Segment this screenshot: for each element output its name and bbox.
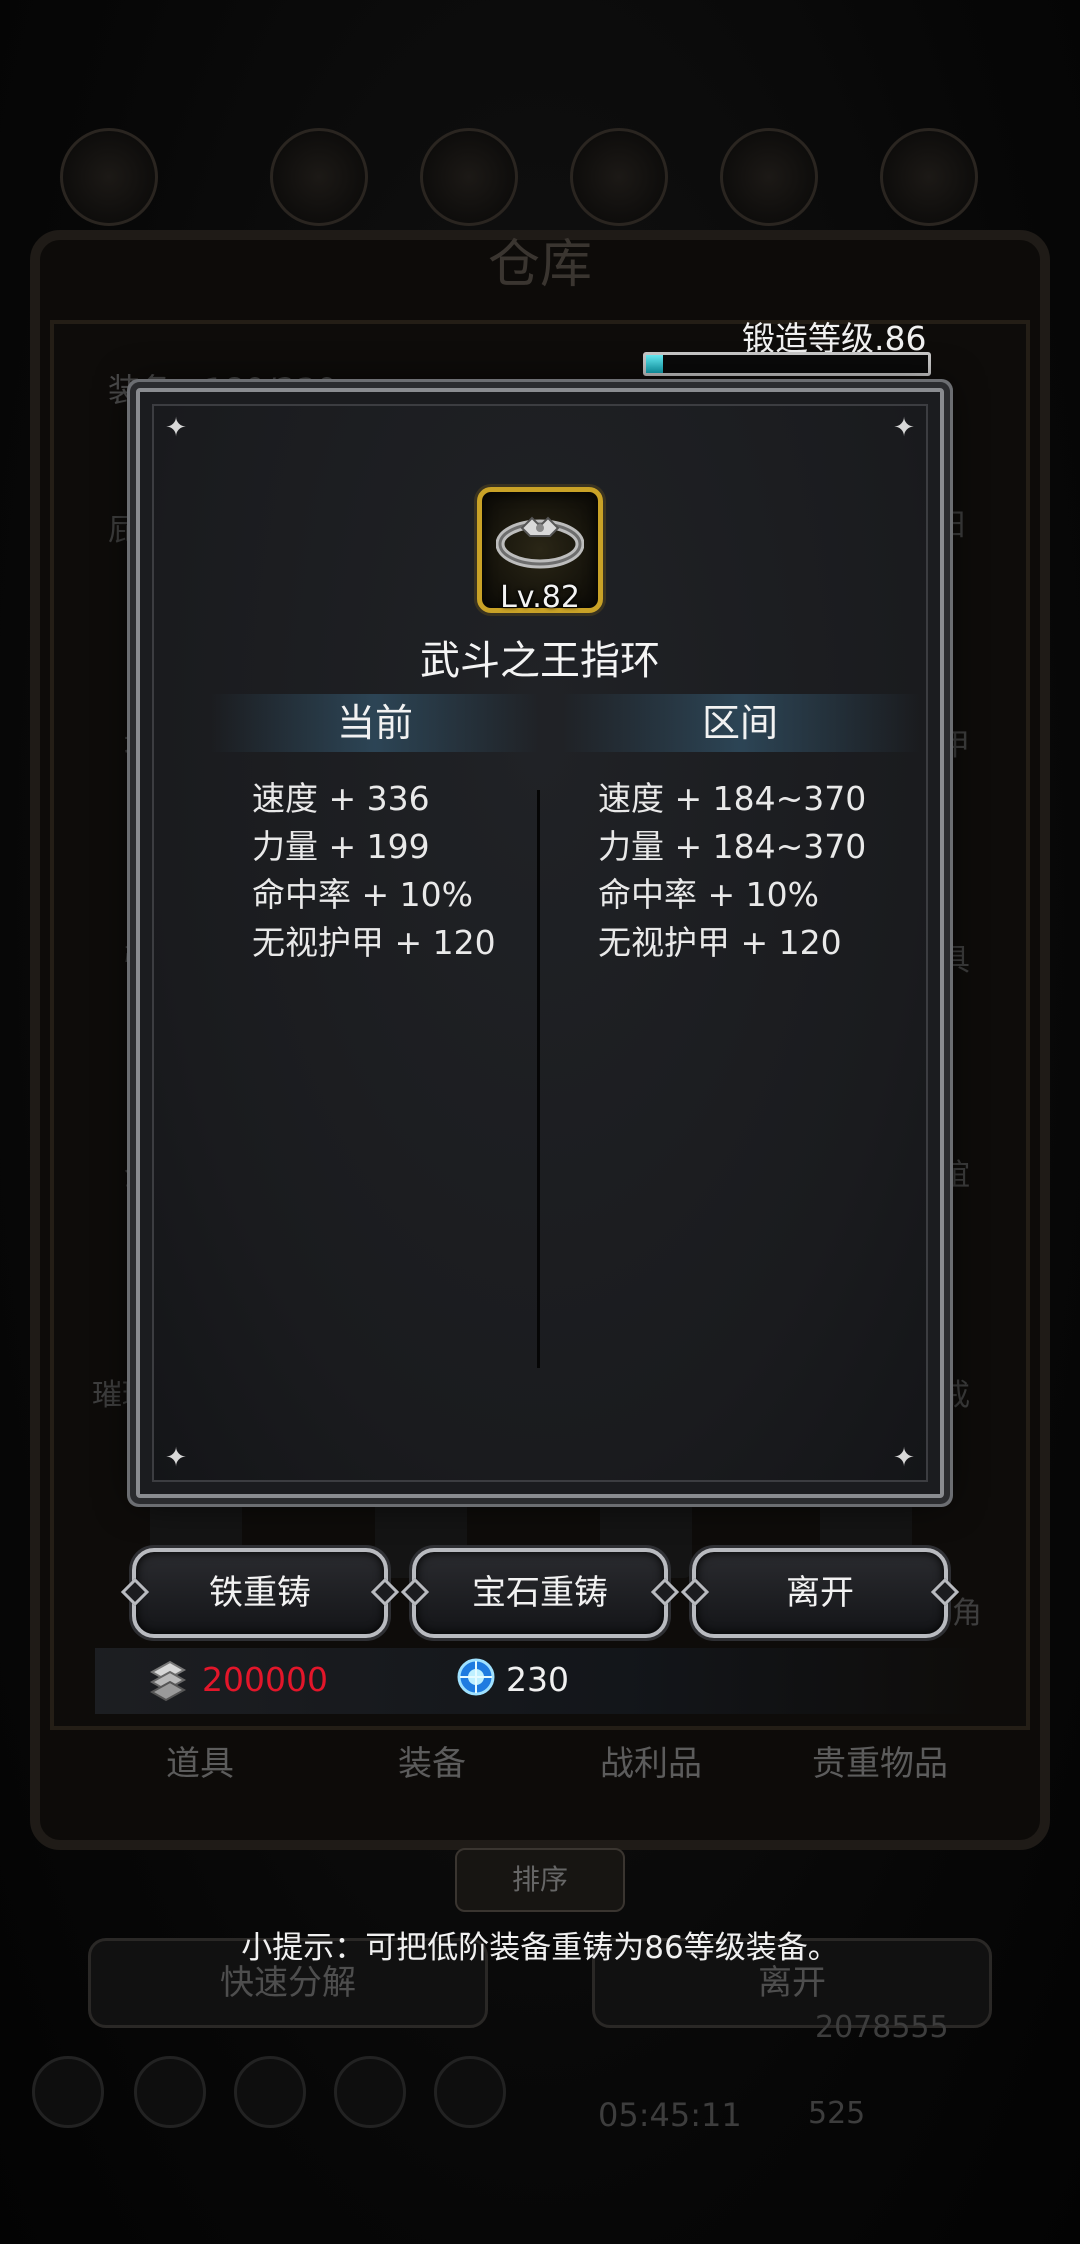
sparkle-icon: ✦ xyxy=(165,413,187,443)
menu-icon xyxy=(880,128,978,226)
menu-icon xyxy=(720,128,818,226)
forge-progress-fill xyxy=(646,355,663,373)
blue-gem-icon xyxy=(457,1658,495,1696)
bg-side-label: 甲 xyxy=(940,728,970,763)
range-stat: 速度 + 184~370 xyxy=(598,779,867,818)
menu-icon xyxy=(270,128,368,226)
gems-text: 525 xyxy=(808,2096,866,2131)
range-stat: 无视护甲 + 120 xyxy=(598,923,842,962)
tab-equipment[interactable]: 装备 xyxy=(398,1736,466,1785)
nav-icon xyxy=(234,2056,306,2128)
iron-reforge-button[interactable]: 铁重铸 xyxy=(132,1548,388,1638)
nav-icon xyxy=(32,2056,104,2128)
sparkle-icon: ✦ xyxy=(893,413,915,443)
tab-valuables[interactable]: 贵重物品 xyxy=(812,1736,948,1785)
current-stats-header: 当前 xyxy=(210,694,540,752)
coins-text: 2078555 xyxy=(815,2010,949,2045)
item-name: 武斗之王指环 xyxy=(420,638,660,684)
menu-icon xyxy=(570,128,668,226)
gem-amount: 230 xyxy=(506,1660,569,1699)
nav-icon xyxy=(334,2056,406,2128)
menu-icon xyxy=(60,128,158,226)
tip-text: 小提示：可把低阶装备重铸为86等级装备。 xyxy=(241,1930,839,1966)
ring-icon xyxy=(496,516,584,569)
sparkle-icon: ✦ xyxy=(165,1443,187,1473)
current-stat: 力量 + 199 xyxy=(252,827,430,866)
current-stat: 无视护甲 + 120 xyxy=(252,923,496,962)
warehouse-title: 仓库 xyxy=(487,235,592,295)
bg-side-label: 戒 xyxy=(940,1378,970,1413)
forge-progress-bar xyxy=(643,352,931,376)
iron-ore-icon xyxy=(149,1660,187,1702)
sort-button[interactable]: 排序 xyxy=(455,1848,625,1912)
tab-loot[interactable]: 战利品 xyxy=(600,1736,702,1785)
nav-icon xyxy=(134,2056,206,2128)
bg-side-label: 谊 xyxy=(940,1158,970,1193)
range-stat: 力量 + 184~370 xyxy=(598,827,867,866)
range-stat: 命中率 + 10% xyxy=(598,875,819,914)
current-stat: 速度 + 336 xyxy=(252,779,430,818)
bg-side-label: 屁 xyxy=(108,513,138,548)
nav-icon xyxy=(434,2056,506,2128)
item-level: Lv.82 xyxy=(500,580,580,615)
current-stat: 命中率 + 10% xyxy=(252,875,473,914)
iron-amount: 200000 xyxy=(202,1660,328,1699)
column-divider xyxy=(537,790,540,1368)
menu-icon xyxy=(420,128,518,226)
clock-text: 05:45:11 xyxy=(598,2096,742,2134)
bg-side-label: 具 xyxy=(940,943,970,978)
tab-items[interactable]: 道具 xyxy=(166,1736,234,1785)
gem-reforge-button[interactable]: 宝石重铸 xyxy=(412,1548,668,1638)
leave-button[interactable]: 离开 xyxy=(692,1548,948,1638)
sparkle-icon: ✦ xyxy=(893,1443,915,1473)
range-stats-header: 区间 xyxy=(560,694,920,752)
